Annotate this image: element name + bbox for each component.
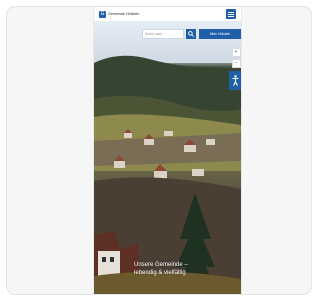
zoom-out-button[interactable]: − xyxy=(231,59,241,68)
logo-text: Gemeinde Hölstein xyxy=(108,12,140,16)
mobile-page-preview[interactable]: Suche nach... Mein Hölstein + − Unsere G… xyxy=(94,7,241,294)
menu-button[interactable] xyxy=(226,9,236,19)
preview-card: Suche nach... Mein Hölstein + − Unsere G… xyxy=(6,6,312,295)
search-button[interactable] xyxy=(186,29,196,39)
side-tools: + − xyxy=(231,48,241,68)
site-header: G Gemeinde Hölstein xyxy=(94,7,241,21)
my-account-button[interactable]: Mein Hölstein xyxy=(199,29,241,39)
search-input[interactable]: Suche nach... xyxy=(142,29,184,39)
accessibility-icon xyxy=(232,75,238,86)
hero-headline: Unsere Gemeinde – lebendig & vielfältig xyxy=(134,262,188,276)
minus-icon: − xyxy=(234,60,238,66)
zoom-in-button[interactable]: + xyxy=(231,48,241,57)
search-icon xyxy=(188,31,194,37)
plus-icon: + xyxy=(234,49,238,55)
hamburger-menu-icon xyxy=(228,11,234,13)
site-logo[interactable]: G Gemeinde Hölstein xyxy=(99,7,139,21)
search-bar: Suche nach... Mein Hölstein xyxy=(142,29,241,39)
hero-image: Suche nach... Mein Hölstein + − Unsere G… xyxy=(94,21,241,294)
landscape-illustration xyxy=(94,55,241,294)
logo-mark-icon: G xyxy=(99,10,106,18)
accessibility-button[interactable] xyxy=(229,71,241,90)
